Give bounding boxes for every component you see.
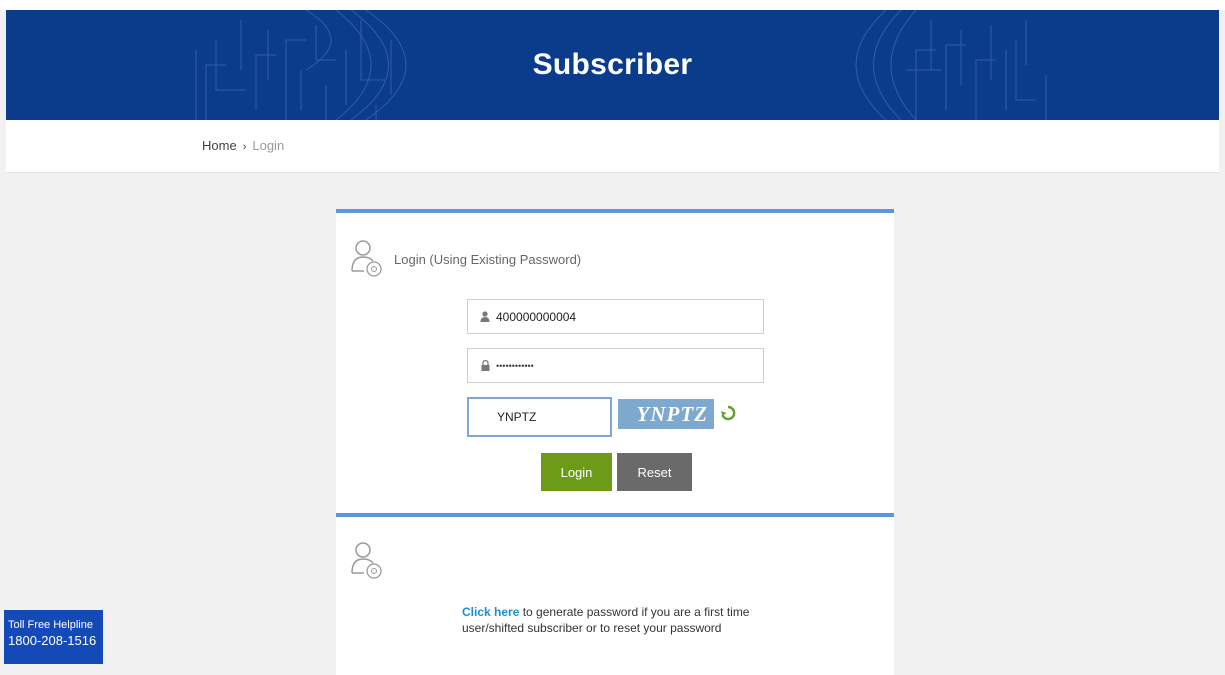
captcha-image: YNPTZ [618, 399, 714, 429]
login-button[interactable]: Login [541, 453, 612, 491]
helpline-number: 1800-208-1516 [8, 633, 97, 648]
breadcrumb-bar: Home › Login [6, 120, 1219, 173]
generate-password-panel: Click here to generate password if you a… [336, 513, 894, 675]
refresh-captcha-icon[interactable] [720, 405, 736, 421]
captcha-input[interactable]: YNPTZ [467, 397, 612, 437]
reset-button[interactable]: Reset [617, 453, 692, 491]
breadcrumb: Home › Login [202, 138, 284, 153]
user-icon [478, 310, 492, 324]
generate-password-text: Click here to generate password if you a… [462, 604, 782, 636]
toll-free-helpline-badge[interactable]: Toll Free Helpline 1800-208-1516 [4, 610, 103, 664]
top-strip [0, 0, 1225, 10]
site-header: Subscriber [6, 10, 1219, 120]
page-title: Subscriber [532, 48, 693, 81]
click-here-link[interactable]: Click here [462, 605, 519, 619]
login-heading: Login (Using Existing Password) [350, 239, 581, 279]
lock-icon [478, 359, 492, 373]
breadcrumb-home-link[interactable]: Home [202, 138, 237, 153]
user-generate-icon [351, 542, 382, 579]
password-field[interactable]: •••••••••••• [467, 348, 764, 383]
breadcrumb-current: Login [252, 138, 285, 153]
login-panel: Login (Using Existing Password) 40000000… [336, 209, 894, 515]
password-value: •••••••••••• [496, 360, 534, 371]
user-login-icon [351, 240, 382, 277]
username-field[interactable]: 400000000004 [467, 299, 764, 334]
login-heading-label: Login (Using Existing Password) [394, 251, 582, 267]
username-value: 400000000004 [496, 309, 577, 324]
helpline-label: Toll Free Helpline [8, 619, 93, 631]
breadcrumb-separator: › [242, 141, 247, 153]
